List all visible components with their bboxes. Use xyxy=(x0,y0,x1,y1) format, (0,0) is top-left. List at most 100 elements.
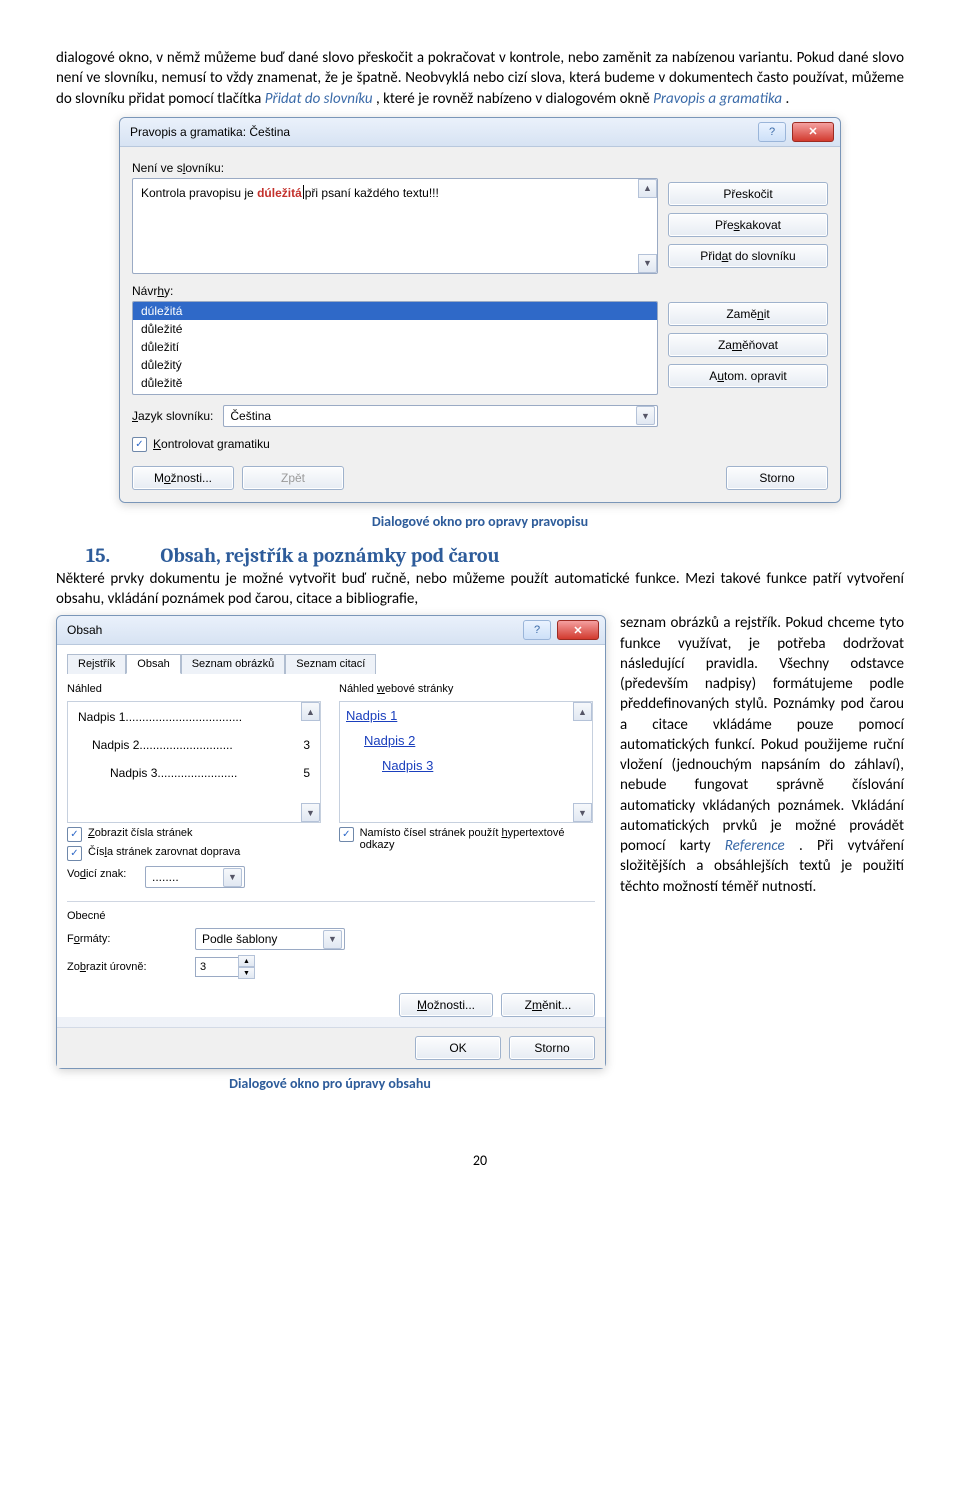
help-button[interactable]: ? xyxy=(523,620,551,640)
toc-row-page: 5 xyxy=(303,766,310,780)
scroll-down-icon[interactable]: ▼ xyxy=(638,254,657,273)
toc-row-page: 3 xyxy=(303,738,310,752)
p1-text-c: , které je rovněž nabízeno v dialogovém … xyxy=(376,90,653,108)
web-preview: Nadpis 1 Nadpis 2 Nadpis 3 ▲ ▼ xyxy=(339,701,593,823)
dialog-titlebar[interactable]: Obsah ? ✕ xyxy=(57,616,605,645)
align-right-checkbox[interactable]: ✓ xyxy=(67,846,82,861)
p1-btn-name: Přidat do slovníku xyxy=(265,90,373,108)
hyperlinks-checkbox[interactable]: ✓ xyxy=(339,827,354,842)
list-item[interactable]: dúležitá xyxy=(133,302,657,320)
dialog-title: Obsah xyxy=(67,623,102,637)
not-in-dictionary-text[interactable]: Kontrola pravopisu je dúležitápři psaní … xyxy=(132,178,658,274)
flow-text-a: seznam obrázků a rejstřík. Pokud chceme … xyxy=(620,614,904,855)
toc-row-label: Nadpis 1 xyxy=(78,710,125,724)
close-button[interactable]: ✕ xyxy=(557,620,599,640)
levels-label: Zobrazit úrovně: xyxy=(67,961,187,973)
suggestions-label: Návrhy: xyxy=(132,284,658,298)
intro-paragraph: dialogové okno, v němž můžeme buď dané s… xyxy=(56,48,904,109)
web-link[interactable]: Nadpis 2 xyxy=(364,733,586,748)
section-intro: Některé prvky dokumentu je možné vytvoři… xyxy=(56,569,904,610)
web-link[interactable]: Nadpis 1 xyxy=(346,708,586,723)
toc-modify-button[interactable]: Změnit... xyxy=(501,993,595,1017)
print-preview-label: Náhled xyxy=(67,683,321,695)
list-item[interactable]: důležitě xyxy=(133,374,657,392)
change-all-button[interactable]: Zaměňovat xyxy=(668,333,828,357)
toc-dots: ................................... xyxy=(125,710,242,724)
show-page-numbers-label: Zobrazit čísla stránek xyxy=(88,827,193,839)
hyperlinks-label: Namísto čísel stránek použít hypertextov… xyxy=(360,827,595,851)
dict-lang-combo[interactable]: Čeština ▼ xyxy=(223,405,658,427)
p1-dialog-name: Pravopis a gramatika xyxy=(653,90,782,108)
section-number: 15. xyxy=(86,544,156,567)
list-item[interactable]: důležitý xyxy=(133,356,657,374)
list-item[interactable]: důležití xyxy=(133,338,657,356)
chevron-down-icon[interactable]: ▼ xyxy=(636,406,655,425)
toc-dialog: Obsah ? ✕ Rejstřík Obsah Seznam obrázků … xyxy=(56,615,606,1069)
tab-bar: Rejstřík Obsah Seznam obrázků Seznam cit… xyxy=(67,653,595,673)
print-preview: Nadpis 1................................… xyxy=(67,701,321,823)
dict-lang-label: Jazyk slovníku: xyxy=(132,409,213,423)
flow-ref-word: Reference xyxy=(725,837,785,855)
sentence-start: Kontrola pravopisu je xyxy=(141,186,257,200)
figure-caption-2: Dialogové okno pro úpravy obsahu xyxy=(56,1075,604,1092)
spin-up-icon[interactable]: ▲ xyxy=(238,955,255,967)
tab-figures[interactable]: Seznam obrázků xyxy=(181,654,286,674)
skip-all-button[interactable]: Přeskakovat xyxy=(668,213,828,237)
chevron-down-icon[interactable]: ▼ xyxy=(223,868,242,887)
toc-options-button[interactable]: Možnosti... xyxy=(399,993,493,1017)
levels-spinner[interactable]: ▲▼ xyxy=(195,955,255,979)
tab-citations[interactable]: Seznam citací xyxy=(285,654,376,674)
web-link[interactable]: Nadpis 3 xyxy=(382,758,586,773)
not-in-dict-label: Není ve slovníku: xyxy=(132,161,658,175)
text-caret xyxy=(303,185,304,199)
cancel-button[interactable]: Storno xyxy=(509,1036,595,1060)
dialog-titlebar[interactable]: Pravopis a gramatika: Čeština ? ✕ xyxy=(120,118,840,147)
formats-label: Formáty: xyxy=(67,933,187,945)
ok-button[interactable]: OK xyxy=(415,1036,501,1060)
check-grammar-checkbox[interactable]: ✓ xyxy=(132,437,147,452)
toc-dots: ............................ xyxy=(139,738,232,752)
toc-row-label: Nadpis 2 xyxy=(92,738,139,752)
figure-caption-1: Dialogové okno pro opravy pravopisu xyxy=(56,513,904,530)
skip-button[interactable]: Přeskočit xyxy=(668,182,828,206)
scroll-down-icon[interactable]: ▼ xyxy=(573,803,592,822)
section-title-text: Obsah, rejstřík a poznámky pod čarou xyxy=(160,544,499,567)
options-button[interactable]: Možnosti... xyxy=(132,466,234,490)
list-item[interactable]: důležité xyxy=(133,320,657,338)
autocorrect-button[interactable]: Autom. opravit xyxy=(668,364,828,388)
undo-button[interactable]: Zpět xyxy=(242,466,344,490)
show-page-numbers-checkbox[interactable]: ✓ xyxy=(67,827,82,842)
misspelled-word: dúležitá xyxy=(257,186,302,200)
close-button[interactable]: ✕ xyxy=(792,122,834,142)
change-button[interactable]: Zaměnit xyxy=(668,302,828,326)
tab-rejstrik[interactable]: Rejstřík xyxy=(67,654,126,674)
sentence-end: při psaní každého textu!!! xyxy=(305,186,439,200)
toc-row-label: Nadpis 3 xyxy=(110,766,157,780)
scroll-down-icon[interactable]: ▼ xyxy=(301,803,320,822)
cancel-button[interactable]: Storno xyxy=(726,466,828,490)
spin-down-icon[interactable]: ▼ xyxy=(238,967,255,979)
toc-dots: ........................ xyxy=(157,766,237,780)
add-to-dict-button[interactable]: Přidat do slovníku xyxy=(668,244,828,268)
suggestions-list[interactable]: dúležitá důležité důležití důležitý důle… xyxy=(132,301,658,395)
scroll-up-icon[interactable]: ▲ xyxy=(301,702,320,721)
web-preview-label: Náhled webové stránky xyxy=(339,683,595,695)
check-grammar-label: Kontrolovat gramatiku xyxy=(153,437,270,451)
dialog-title: Pravopis a gramatika: Čeština xyxy=(130,125,290,139)
p1-text-e: . xyxy=(785,90,789,108)
levels-value[interactable] xyxy=(195,957,239,977)
leader-combo[interactable]: ........ ▼ xyxy=(145,866,245,888)
chevron-down-icon[interactable]: ▼ xyxy=(323,930,342,949)
page-number: 20 xyxy=(56,1152,904,1169)
formats-value: Podle šablony xyxy=(202,932,277,946)
leader-label: Vodicí znak: xyxy=(67,868,137,880)
scroll-up-icon[interactable]: ▲ xyxy=(638,179,657,198)
tab-obsah[interactable]: Obsah xyxy=(126,654,180,674)
leader-value: ........ xyxy=(152,870,179,884)
section-heading: 15. Obsah, rejstřík a poznámky pod čarou xyxy=(86,544,904,567)
align-right-label: Čísla stránek zarovnat doprava xyxy=(88,846,240,858)
formats-combo[interactable]: Podle šablony ▼ xyxy=(195,928,345,950)
help-button[interactable]: ? xyxy=(758,122,786,142)
scroll-up-icon[interactable]: ▲ xyxy=(573,702,592,721)
dict-lang-value: Čeština xyxy=(230,409,271,423)
